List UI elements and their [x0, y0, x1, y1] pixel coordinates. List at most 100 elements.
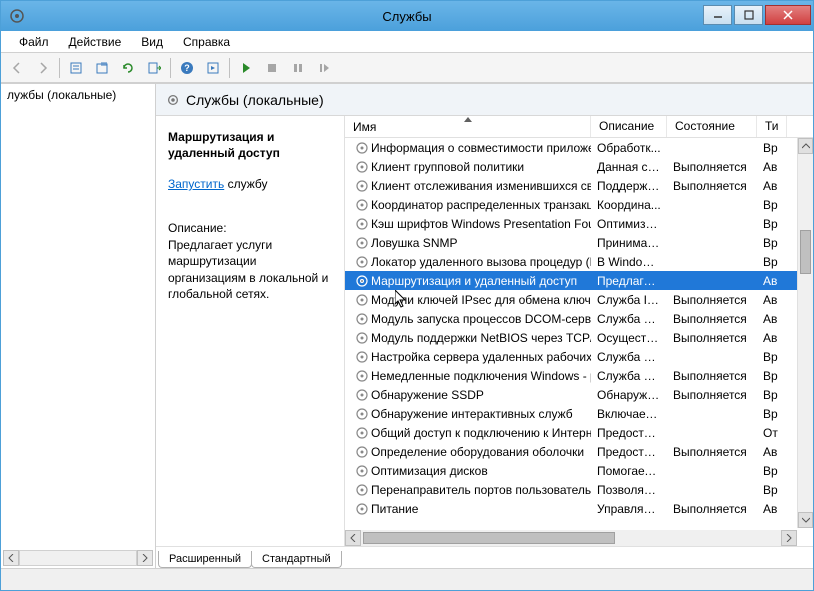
- scroll-right-button[interactable]: [781, 530, 797, 546]
- service-row[interactable]: Перенаправитель портов пользовательск...…: [345, 480, 813, 499]
- tab-extended[interactable]: Расширенный: [158, 551, 252, 568]
- vertical-scrollbar[interactable]: [797, 138, 813, 528]
- menu-action[interactable]: Действие: [59, 32, 132, 52]
- content-area: лужбы (локальные) Службы (локальные) Мар…: [1, 83, 813, 568]
- cell-name: Оптимизация дисков: [345, 464, 591, 478]
- scroll-thumb[interactable]: [363, 532, 615, 544]
- scroll-down-button[interactable]: [798, 512, 813, 528]
- export-list-button[interactable]: [142, 56, 166, 80]
- cell-desc: Предостав...: [591, 445, 667, 459]
- action-button[interactable]: [201, 56, 225, 80]
- service-row[interactable]: Модули ключей IPsec для обмена ключа...С…: [345, 290, 813, 309]
- cell-desc: Включает ...: [591, 407, 667, 421]
- service-row[interactable]: Обнаружение SSDPОбнаружи...ВыполняетсяВр: [345, 385, 813, 404]
- cell-desc: Служба W...: [591, 369, 667, 383]
- service-row[interactable]: Модуль поддержки NetBIOS через TCP/IPОсу…: [345, 328, 813, 347]
- pause-service-button[interactable]: [286, 56, 310, 80]
- refresh-button[interactable]: [116, 56, 140, 80]
- service-row[interactable]: Немедленные подключения Windows - р...Сл…: [345, 366, 813, 385]
- service-row[interactable]: Клиент отслеживания изменившихся свя...П…: [345, 176, 813, 195]
- service-icon: [355, 236, 369, 250]
- menu-view[interactable]: Вид: [131, 32, 173, 52]
- cell-name: Обнаружение интерактивных служб: [345, 407, 591, 421]
- menu-file[interactable]: Файл: [9, 32, 59, 52]
- cell-type: Ав: [757, 160, 787, 174]
- service-icon: [355, 141, 369, 155]
- tree-item-services-local[interactable]: лужбы (локальные): [1, 84, 155, 106]
- forward-button[interactable]: [31, 56, 55, 80]
- restart-service-button[interactable]: [312, 56, 336, 80]
- service-row[interactable]: Клиент групповой политикиДанная сл...Вып…: [345, 157, 813, 176]
- export-button[interactable]: [90, 56, 114, 80]
- maximize-button[interactable]: [734, 5, 763, 25]
- description-text: Предлагает услуги маршрутизации организа…: [168, 237, 332, 302]
- service-row[interactable]: Координатор распределенных транзакцийКоо…: [345, 195, 813, 214]
- services-window: Службы Файл Действие Вид Справка ? лужбы…: [0, 0, 814, 591]
- service-row[interactable]: ПитаниеУправляет...ВыполняетсяАв: [345, 499, 813, 518]
- minimize-button[interactable]: [703, 5, 732, 25]
- service-row[interactable]: Настройка сервера удаленных рабочих с...…: [345, 347, 813, 366]
- cell-name: Питание: [345, 502, 591, 516]
- column-type[interactable]: Ти: [757, 116, 787, 137]
- scroll-left-button[interactable]: [345, 530, 361, 546]
- service-icon: [355, 160, 369, 174]
- tree-hscrollbar[interactable]: [3, 550, 153, 566]
- column-state[interactable]: Состояние: [667, 116, 757, 137]
- cell-desc: Обработк...: [591, 141, 667, 155]
- service-icon: [355, 217, 369, 231]
- cell-desc: Управляет...: [591, 502, 667, 516]
- help-button[interactable]: ?: [175, 56, 199, 80]
- scroll-track[interactable]: [361, 530, 781, 546]
- cell-desc: Позволяет...: [591, 483, 667, 497]
- service-row[interactable]: Маршрутизация и удаленный доступПредлага…: [345, 271, 813, 290]
- service-row[interactable]: Модуль запуска процессов DCOM-сервераСлу…: [345, 309, 813, 328]
- separator: [59, 58, 60, 78]
- stop-service-button[interactable]: [260, 56, 284, 80]
- service-icon: [355, 179, 369, 193]
- cell-desc: Принимае...: [591, 236, 667, 250]
- service-icon: [355, 331, 369, 345]
- service-row[interactable]: Обнаружение интерактивных службВключает …: [345, 404, 813, 423]
- start-service-button[interactable]: [234, 56, 258, 80]
- cell-desc: Осуществ...: [591, 331, 667, 345]
- cell-name: Настройка сервера удаленных рабочих с...: [345, 350, 591, 364]
- service-icon: [355, 293, 369, 307]
- column-name[interactable]: Имя: [345, 116, 591, 137]
- service-icon: [355, 407, 369, 421]
- service-icon: [355, 426, 369, 440]
- menu-help[interactable]: Справка: [173, 32, 240, 52]
- scroll-right-button[interactable]: [137, 550, 153, 566]
- service-row[interactable]: Общий доступ к подключению к Интерн...Пр…: [345, 423, 813, 442]
- tab-standard[interactable]: Стандартный: [251, 551, 342, 568]
- service-row[interactable]: Ловушка SNMPПринимае...Вр: [345, 233, 813, 252]
- service-icon: [355, 255, 369, 269]
- cell-desc: Данная сл...: [591, 160, 667, 174]
- cell-type: Ав: [757, 331, 787, 345]
- close-button[interactable]: [765, 5, 811, 25]
- service-row[interactable]: Оптимизация дисковПомогает ...Вр: [345, 461, 813, 480]
- back-button[interactable]: [5, 56, 29, 80]
- service-row[interactable]: Локатор удаленного вызова процедур (R...…: [345, 252, 813, 271]
- service-row[interactable]: Информация о совместимости приложе...Обр…: [345, 138, 813, 157]
- cell-type: Ав: [757, 179, 787, 193]
- horizontal-scrollbar[interactable]: [345, 530, 797, 546]
- service-icon: [355, 502, 369, 516]
- start-service-link[interactable]: Запустить: [168, 177, 224, 191]
- scroll-thumb[interactable]: [800, 230, 811, 274]
- cell-desc: Оптимизи...: [591, 217, 667, 231]
- cell-state: Выполняется: [667, 388, 757, 402]
- refresh-icon: [121, 61, 135, 75]
- detail-pane: Маршрутизация и удаленный доступ Запусти…: [156, 116, 345, 546]
- scroll-left-button[interactable]: [3, 550, 19, 566]
- service-row[interactable]: Определение оборудования оболочкиПредост…: [345, 442, 813, 461]
- window-title: Службы: [382, 9, 431, 24]
- titlebar[interactable]: Службы: [1, 1, 813, 31]
- scroll-track[interactable]: [19, 550, 137, 566]
- service-icon: [355, 274, 369, 288]
- column-description[interactable]: Описание: [591, 116, 667, 137]
- scroll-up-button[interactable]: [798, 138, 813, 154]
- service-row[interactable]: Кэш шрифтов Windows Presentation Foun...…: [345, 214, 813, 233]
- service-icon: [355, 464, 369, 478]
- properties-button[interactable]: [64, 56, 88, 80]
- cell-name: Маршрутизация и удаленный доступ: [345, 274, 591, 288]
